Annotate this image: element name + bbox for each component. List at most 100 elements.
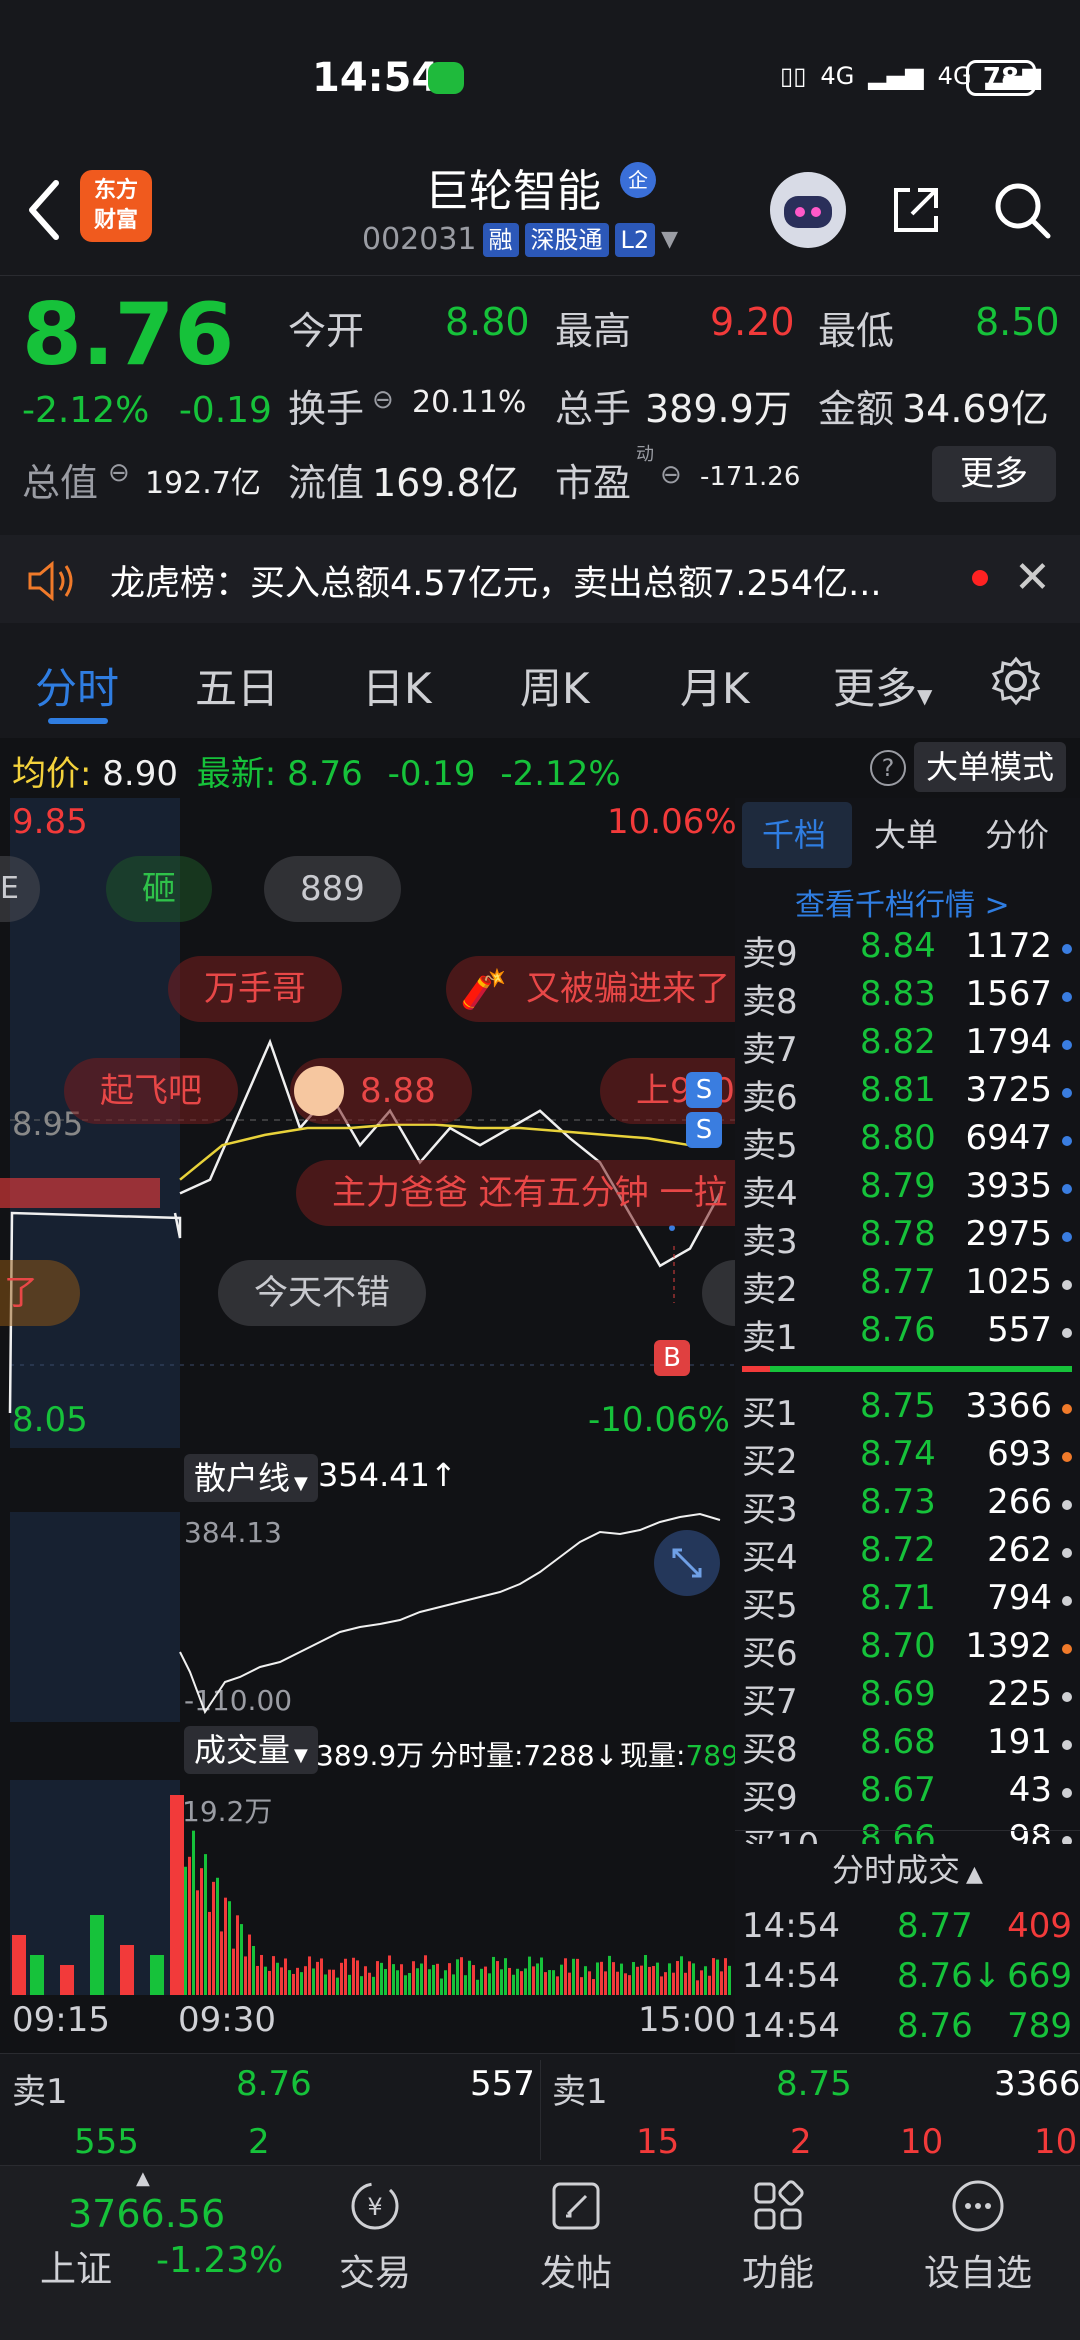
volume-bar bbox=[488, 1973, 491, 1995]
volume-bar bbox=[360, 1976, 363, 1995]
summary-left-label: 卖1 bbox=[12, 2072, 68, 2112]
share-icon[interactable] bbox=[888, 182, 944, 238]
volume-bar bbox=[356, 1960, 359, 1995]
volume-bar bbox=[236, 1915, 239, 1995]
more-button[interactable]: 更多 bbox=[932, 446, 1056, 502]
turnover-value: 20.11% bbox=[412, 385, 527, 420]
summary-right-n4: 10 bbox=[1034, 2122, 1078, 2162]
bid-dot bbox=[1062, 1596, 1072, 1606]
ask-price: 8.84 bbox=[860, 926, 936, 966]
vibrate-icon: ▯▯ bbox=[780, 62, 807, 90]
close-icon[interactable]: ✕ bbox=[1014, 552, 1051, 603]
bid-row[interactable]: 买9 8.67 43 bbox=[742, 1770, 1072, 1818]
nav-label: 交易 bbox=[338, 2253, 411, 2294]
stock-code-row[interactable]: 002031 融 深股通 L2 ▼ bbox=[362, 222, 678, 257]
expand-icon[interactable] bbox=[654, 1530, 720, 1596]
ask-row[interactable]: 卖3 8.78 2975 bbox=[742, 1214, 1072, 1262]
comment-bubble[interactable]: 今天不错 bbox=[218, 1260, 426, 1326]
retail-line-selector[interactable]: 散户线 ▼ bbox=[184, 1454, 318, 1502]
nav-post[interactable]: 发帖 bbox=[516, 2178, 636, 2296]
volume-bar bbox=[676, 1961, 679, 1995]
volume-bar bbox=[392, 1964, 395, 1995]
info-icon[interactable]: ⊖ bbox=[660, 460, 682, 490]
volume-bar bbox=[304, 1966, 307, 1995]
volume-bar bbox=[228, 1901, 231, 1995]
bid-label: 买5 bbox=[742, 1586, 798, 1626]
tab-five-day[interactable]: 五日 bbox=[195, 655, 279, 716]
help-icon[interactable]: ? bbox=[870, 750, 906, 786]
book-tab-big[interactable]: 大单 bbox=[874, 810, 938, 856]
tab-monthly-k[interactable]: 月K bbox=[680, 655, 750, 716]
book-tab-price[interactable]: 分价 bbox=[985, 810, 1049, 856]
gear-icon[interactable] bbox=[990, 655, 1042, 707]
volume-selector[interactable]: 成交量 ▼ bbox=[184, 1726, 318, 1774]
volume-bar bbox=[660, 1976, 663, 1995]
tab-weekly-k[interactable]: 周K bbox=[520, 655, 590, 716]
bid-row[interactable]: 买1 8.75 3366 bbox=[742, 1386, 1072, 1434]
ask-volume: 1794 bbox=[965, 1022, 1052, 1062]
ask-volume: 3935 bbox=[965, 1166, 1052, 1206]
sell-marker[interactable]: S bbox=[686, 1112, 722, 1148]
sell-marker[interactable]: S bbox=[686, 1072, 722, 1108]
bid-row[interactable]: 买6 8.70 1392 bbox=[742, 1626, 1072, 1674]
ask-row[interactable]: 卖5 8.80 6947 bbox=[742, 1118, 1072, 1166]
comment-bubble[interactable]: 万手哥 bbox=[168, 956, 342, 1022]
index-name: 上证 bbox=[40, 2249, 113, 2290]
ask-row[interactable]: 卖4 8.79 3935 bbox=[742, 1166, 1072, 1214]
ask-row[interactable]: 卖7 8.82 1794 bbox=[742, 1022, 1072, 1070]
summary-left-vol: 557 bbox=[470, 2064, 535, 2104]
stock-name: 巨轮智能 bbox=[425, 166, 601, 217]
tab-intraday[interactable]: 分时 bbox=[35, 655, 119, 716]
latest-pct: -2.12% bbox=[500, 754, 621, 794]
back-arrow-icon[interactable] bbox=[20, 175, 70, 245]
pe-superscript: 动 bbox=[636, 444, 654, 465]
volume-bar bbox=[188, 1856, 191, 1995]
nav-features[interactable]: 功能 bbox=[718, 2178, 838, 2296]
big-order-mode-button[interactable]: 大单模式 bbox=[914, 742, 1066, 792]
bid-label: 买3 bbox=[742, 1490, 798, 1530]
volume-bar bbox=[184, 1866, 187, 1995]
summary-left-n2: 2 bbox=[248, 2122, 270, 2162]
tab-daily-k[interactable]: 日K bbox=[362, 655, 432, 716]
ask-row[interactable]: 卖8 8.83 1567 bbox=[742, 974, 1072, 1022]
bid-row[interactable]: 买3 8.73 266 bbox=[742, 1482, 1072, 1530]
comment-bubble[interactable]: 🧨 又被骗进来了 bbox=[446, 956, 766, 1022]
nav-add-watchlist[interactable]: 设自选 bbox=[918, 2178, 1038, 2296]
ask-row[interactable]: 卖1 8.76 557 bbox=[742, 1310, 1072, 1358]
info-icon[interactable]: ⊖ bbox=[108, 458, 130, 488]
bid-row[interactable]: 买8 8.68 191 bbox=[742, 1722, 1072, 1770]
volume-bar bbox=[592, 1979, 595, 1995]
ask-row[interactable]: 卖6 8.81 3725 bbox=[742, 1070, 1072, 1118]
info-icon[interactable]: ⊖ bbox=[372, 385, 394, 415]
search-icon[interactable] bbox=[990, 178, 1054, 242]
bid-row[interactable]: 买4 8.72 262 bbox=[742, 1530, 1072, 1578]
comment-bubble[interactable]: 主力爸爸 还有五分钟 一拉 bbox=[296, 1160, 735, 1226]
volume-bar bbox=[700, 1970, 703, 1995]
mktcap-label: 总值 bbox=[22, 461, 99, 505]
comment-bubble[interactable]: 8.88 bbox=[290, 1058, 472, 1124]
nav-label: 设自选 bbox=[923, 2253, 1032, 2294]
book-tab-depth[interactable]: 千档 bbox=[762, 810, 826, 856]
ask-row[interactable]: 卖9 8.84 1172 bbox=[742, 926, 1072, 974]
index-value[interactable]: 3766.56 bbox=[68, 2192, 225, 2236]
tab-more[interactable]: 更多▼ bbox=[833, 655, 932, 716]
nav-trade[interactable]: ¥ 交易 bbox=[315, 2178, 435, 2296]
bid-dot bbox=[1062, 1404, 1072, 1414]
robot-assistant-icon[interactable] bbox=[770, 172, 846, 248]
depth-quote-link[interactable]: 查看千档行情 > bbox=[795, 880, 1010, 924]
volume-bar bbox=[728, 1965, 731, 1995]
tab-more-label: 更多 bbox=[833, 664, 918, 713]
ask-label: 卖9 bbox=[742, 934, 798, 974]
bid-row[interactable]: 买7 8.69 225 bbox=[742, 1674, 1072, 1722]
tick-time: 14:54 bbox=[742, 1906, 840, 1946]
comment-bubble[interactable]: 889 bbox=[264, 856, 401, 922]
comment-bubble[interactable]: 砸 bbox=[106, 856, 212, 922]
comment-bubble[interactable]: 了 bbox=[0, 1260, 80, 1326]
volume-bar bbox=[316, 1961, 319, 1995]
bid-row[interactable]: 买5 8.71 794 bbox=[742, 1578, 1072, 1626]
buy-marker[interactable]: B bbox=[654, 1340, 690, 1376]
bid-row[interactable]: 买2 8.74 693 bbox=[742, 1434, 1072, 1482]
tick-trades-header[interactable]: 分时成交 ▲ bbox=[735, 1840, 1080, 1900]
ask-row[interactable]: 卖2 8.77 1025 bbox=[742, 1262, 1072, 1310]
comment-bubble[interactable]: 起飞吧 bbox=[64, 1058, 238, 1124]
